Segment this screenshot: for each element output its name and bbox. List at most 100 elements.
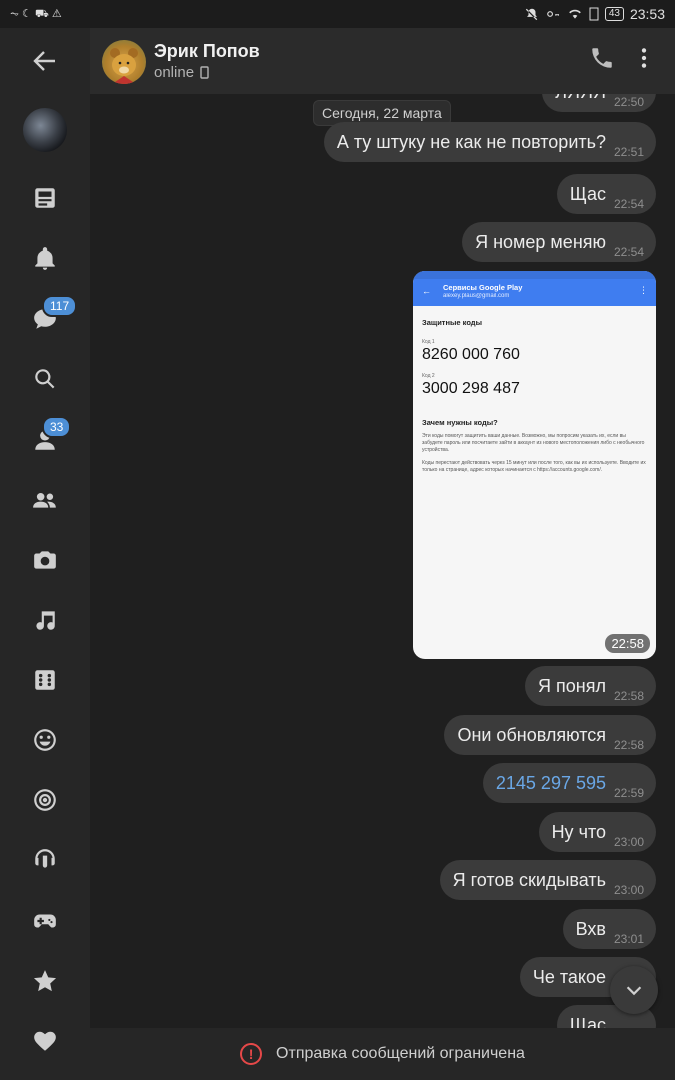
smile-icon xyxy=(34,729,56,751)
message-time: 23:00 xyxy=(613,883,644,897)
groups-icon xyxy=(33,492,56,508)
message-bubble[interactable]: Вхв 23:01 xyxy=(562,909,656,949)
contact-avatar[interactable] xyxy=(102,40,146,84)
message-bubble[interactable]: Ну что 23:00 xyxy=(538,812,656,852)
message-bubble[interactable]: 2145 297 595 22:59 xyxy=(482,763,656,803)
status-bar: ⏦ ☾ ⛟ ⚠ 43 23:53 xyxy=(0,0,675,28)
restriction-notice: Отправка сообщений ограничена xyxy=(276,1045,525,1062)
sidebar-item-news[interactable] xyxy=(0,178,90,218)
message-time: 22:58 xyxy=(613,738,644,752)
sidebar-item-favorites[interactable] xyxy=(0,961,90,1001)
message-time: 22:59 xyxy=(613,786,644,800)
sidebar-item-target[interactable] xyxy=(0,780,90,820)
screenshot-menu-icon: ⋮ xyxy=(639,285,648,295)
sidebar-item-stickers[interactable] xyxy=(0,720,90,760)
back-arrow-icon[interactable] xyxy=(24,46,64,76)
message-time: 22:58 xyxy=(613,689,644,703)
heart-icon xyxy=(34,1031,56,1051)
sidebar-item-podcasts[interactable] xyxy=(0,840,90,880)
message-text: Ну что xyxy=(551,821,606,842)
friends-badge: 33 xyxy=(42,416,72,438)
sidebar-item-games[interactable] xyxy=(0,660,90,700)
more-options-icon[interactable] xyxy=(631,45,657,71)
mobile-device-icon xyxy=(200,66,209,79)
message-bubble[interactable]: Я понял 22:58 xyxy=(525,666,656,706)
message-bubble[interactable]: ЛЯЯЯ 22:50 xyxy=(542,94,656,112)
message-time: 22:50 xyxy=(613,95,644,109)
warning-icon: ! xyxy=(240,1043,263,1065)
phone-call-icon[interactable] xyxy=(589,45,615,71)
sidebar-item-music[interactable] xyxy=(0,600,90,640)
message-bubble[interactable]: А ту штуку не как не повторить? 22:51 xyxy=(323,122,656,162)
sidebar-item-gamepad[interactable] xyxy=(0,901,90,941)
sidebar-item-profile[interactable] xyxy=(0,104,90,156)
wifi-icon xyxy=(568,9,581,19)
chevron-down-icon xyxy=(626,986,642,996)
screenshot-para1: Эти коды помогут защитить ваши данные. В… xyxy=(422,433,645,453)
star-icon xyxy=(33,970,57,992)
message-time: 22:54 xyxy=(613,245,644,259)
screenshot-back-icon: ← xyxy=(422,286,431,296)
games-dice-icon xyxy=(35,670,55,690)
message-time: 22:58 xyxy=(605,634,650,653)
message-time: 23:00 xyxy=(613,835,644,849)
message-bubble[interactable]: Я готов скидывать 23:00 xyxy=(439,860,656,900)
sidebar-item-notifications[interactable] xyxy=(0,239,90,279)
screenshot-code1-label: Код 1 xyxy=(422,339,435,345)
message-text: Вхв xyxy=(575,918,606,939)
sidebar-item-photos[interactable] xyxy=(0,540,90,580)
message-list[interactable]: ЛЯЯЯ 22:50 Сегодня, 22 марта А ту штуку … xyxy=(90,94,675,1028)
screenshot-why-heading: Зачем нужны коды? xyxy=(422,418,498,427)
search-icon xyxy=(35,369,55,389)
music-icon xyxy=(36,611,55,630)
composer-restricted-bar: ! Отправка сообщений ограничена xyxy=(90,1028,675,1080)
message-time: 22:54 xyxy=(613,197,644,211)
screenshot-account: alexey.plaus@gmail.com xyxy=(443,293,510,299)
sim-icon xyxy=(589,7,599,21)
message-text: Они обновляются xyxy=(457,724,606,745)
message-bubble[interactable]: Я номер меняю 22:54 xyxy=(462,222,656,262)
message-link-text[interactable]: 2145 297 595 xyxy=(496,773,606,794)
online-status-text: online xyxy=(154,64,195,81)
messages-badge: 117 xyxy=(42,295,78,317)
camera-icon xyxy=(34,551,56,569)
profile-avatar xyxy=(23,108,67,152)
chat-header: Эрик Попов online xyxy=(33,28,675,94)
sidebar: 117 33 xyxy=(0,28,90,1080)
message-text: А ту штуку не как не повторить? xyxy=(336,131,606,152)
scroll-to-bottom-button[interactable] xyxy=(610,966,658,1014)
screenshot-appbar: ← Сервисы Google Play alexey.plaus@gmail… xyxy=(413,271,656,306)
news-icon xyxy=(35,188,55,208)
message-time: 23:01 xyxy=(613,932,644,946)
notification-icons: ⏦ ☾ ⛟ ⚠ xyxy=(10,7,62,22)
message-text: ЛЯЯЯ xyxy=(555,94,606,103)
message-text: Я номер меняю xyxy=(475,231,606,252)
sidebar-item-groups[interactable] xyxy=(0,480,90,520)
screenshot-code1: 8260 000 760 xyxy=(422,346,520,363)
message-bubble[interactable]: Щас 22:54 xyxy=(556,174,656,214)
message-bubble[interactable]: Они обновляются 22:58 xyxy=(444,715,656,755)
contact-name[interactable]: Эрик Попов xyxy=(154,41,260,62)
sidebar-item-search[interactable] xyxy=(0,359,90,399)
message-text: Щас xyxy=(569,1014,606,1029)
image-message[interactable]: ← Сервисы Google Play alexey.plaus@gmail… xyxy=(413,271,656,659)
sidebar-item-messages[interactable]: 117 xyxy=(0,295,90,339)
screenshot-body: Защитные коды Код 1 8260 000 760 Код 2 3… xyxy=(413,306,656,482)
target-icon xyxy=(34,789,56,811)
message-text: Я готов скидывать xyxy=(452,869,606,890)
clock: 23:53 xyxy=(629,6,665,22)
notification-icons-text: ⏦ ☾ ⛟ ⚠ xyxy=(10,7,62,20)
message-text: Я понял xyxy=(538,675,606,696)
contact-status: online xyxy=(154,64,209,81)
bear-avatar-image xyxy=(110,48,138,84)
battery-indicator: 43 xyxy=(604,7,624,21)
mute-icon xyxy=(525,8,538,21)
message-time: 22:51 xyxy=(613,145,644,159)
key-icon xyxy=(546,11,559,17)
gamepad-icon xyxy=(34,914,56,928)
sidebar-item-liked[interactable] xyxy=(0,1021,90,1061)
message-text: Щас xyxy=(569,183,606,204)
screenshot-app-title: Сервисы Google Play xyxy=(443,283,523,292)
screenshot-para2: Коды перестают действовать через 15 мину… xyxy=(422,460,646,473)
sidebar-item-friends[interactable]: 33 xyxy=(0,416,90,460)
